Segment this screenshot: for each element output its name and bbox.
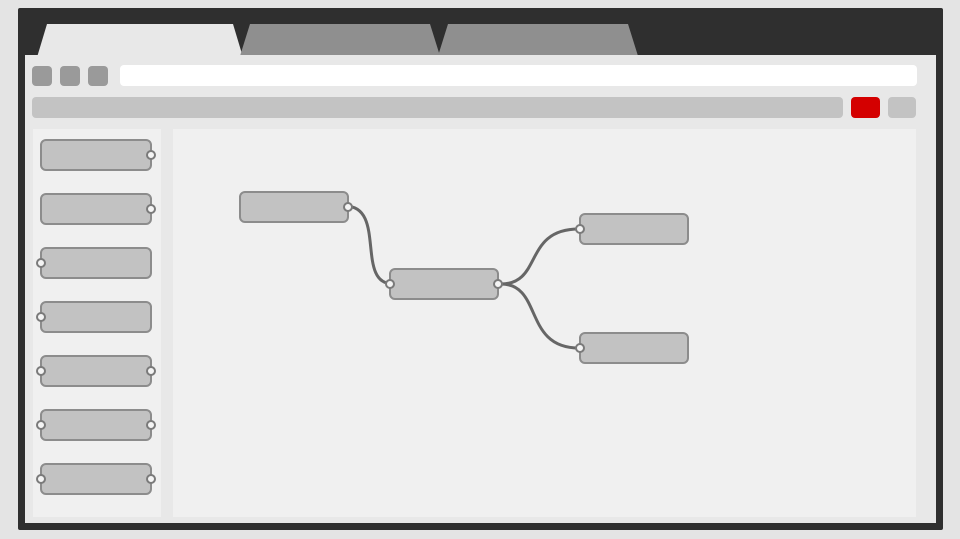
input-port[interactable]	[36, 258, 46, 268]
window-minimize-button[interactable]	[60, 66, 80, 86]
input-port[interactable]	[385, 279, 395, 289]
flow-node-n1[interactable]	[239, 191, 353, 223]
node-palette	[33, 129, 161, 517]
flow-canvas[interactable]	[173, 129, 916, 517]
main-menu-button[interactable]	[888, 97, 916, 118]
palette-node[interactable]	[36, 301, 152, 333]
input-port[interactable]	[575, 224, 585, 234]
output-port[interactable]	[343, 202, 353, 212]
window-close-button[interactable]	[32, 66, 52, 86]
palette-node[interactable]	[40, 139, 156, 171]
wire-n2-n4	[500, 282, 580, 350]
palette-node[interactable]	[36, 409, 156, 441]
editor-header-bar	[32, 97, 843, 118]
flow-node-n4[interactable]	[575, 332, 689, 364]
wire-n2-n3	[500, 227, 580, 286]
screen-background	[0, 0, 960, 539]
flow-wires	[344, 204, 580, 350]
input-port[interactable]	[36, 474, 46, 484]
input-port[interactable]	[36, 420, 46, 430]
output-port[interactable]	[146, 474, 156, 484]
input-port[interactable]	[36, 366, 46, 376]
window-maximize-button[interactable]	[88, 66, 108, 86]
browser-client-area	[25, 55, 936, 523]
palette-node[interactable]	[36, 355, 156, 387]
output-port[interactable]	[146, 204, 156, 214]
output-port[interactable]	[146, 150, 156, 160]
wire-n1-n2	[344, 204, 394, 286]
output-port[interactable]	[493, 279, 503, 289]
flow-node-n2[interactable]	[385, 268, 503, 300]
palette-node[interactable]	[40, 193, 156, 225]
deploy-button[interactable]	[851, 97, 880, 118]
input-port[interactable]	[36, 312, 46, 322]
palette-node[interactable]	[36, 247, 152, 279]
browser-window	[18, 8, 943, 530]
output-port[interactable]	[146, 420, 156, 430]
flow-node-n3[interactable]	[575, 213, 689, 245]
palette-node[interactable]	[36, 463, 156, 495]
output-port[interactable]	[146, 366, 156, 376]
address-bar[interactable]	[120, 65, 917, 86]
input-port[interactable]	[575, 343, 585, 353]
